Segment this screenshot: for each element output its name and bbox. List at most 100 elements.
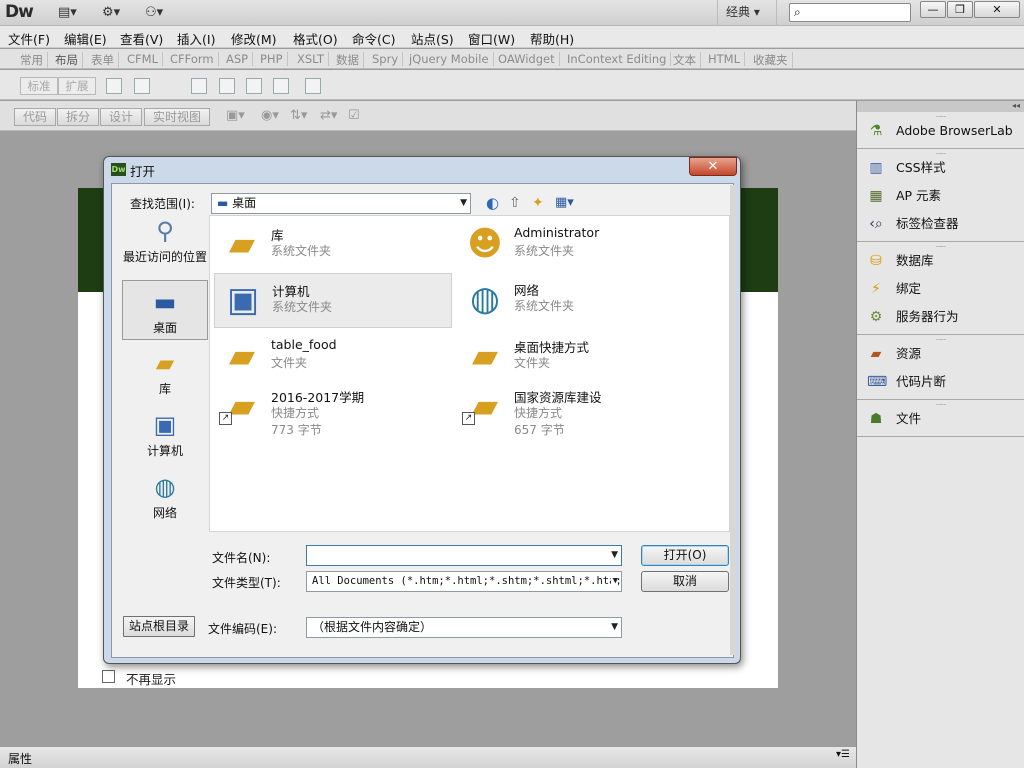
help-search-input[interactable]: ⌕ bbox=[789, 3, 911, 22]
insert-div-icon[interactable] bbox=[191, 78, 207, 94]
file-item[interactable]: ▰ ↗ 国家资源库建设 快捷方式 657 字节 bbox=[457, 380, 695, 444]
place-network[interactable]: ◍ 网络 bbox=[122, 472, 208, 524]
panel-item-tag-inspector[interactable]: ‹⌕ 标签检查器 bbox=[857, 213, 1024, 241]
group-grip[interactable]: ........ bbox=[857, 149, 1024, 157]
design-view-button[interactable]: 设计 bbox=[100, 108, 142, 126]
properties-panel-bar[interactable]: 属性 ▾☰ bbox=[0, 746, 856, 768]
menu-insert[interactable]: 插入(I) bbox=[177, 29, 215, 48]
restore-button[interactable]: ❐ bbox=[947, 1, 973, 18]
menu-site[interactable]: 站点(S) bbox=[411, 29, 454, 48]
panel-item-label: 绑定 bbox=[896, 281, 922, 296]
file-item[interactable]: ▰ 库 系统文件夹 bbox=[214, 218, 452, 273]
file-item[interactable]: ▣ 计算机 系统文件夹 bbox=[214, 273, 452, 328]
tab-jquery-mobile[interactable]: jQuery Mobile bbox=[409, 52, 494, 66]
checkbox-box[interactable] bbox=[102, 670, 115, 683]
globe-preview-icon[interactable]: ◉▾ bbox=[261, 107, 279, 125]
panel-item-bindings[interactable]: ⚡ 绑定 bbox=[857, 278, 1024, 306]
menu-view[interactable]: 查看(V) bbox=[120, 29, 163, 48]
file-item[interactable]: ▰ table_food 文件夹 bbox=[214, 330, 452, 385]
insert-table-icon[interactable] bbox=[305, 78, 321, 94]
group-grip[interactable]: ........ bbox=[857, 335, 1024, 343]
table-icon[interactable] bbox=[106, 78, 122, 94]
tab-layout[interactable]: 布局 bbox=[55, 52, 83, 68]
minimize-button[interactable]: — bbox=[920, 1, 946, 18]
tab-favorites[interactable]: 收藏夹 bbox=[753, 52, 793, 68]
site-menu-icon[interactable]: ⚇▾ bbox=[145, 4, 163, 22]
layout-menu-icon[interactable]: ▤▾ bbox=[58, 4, 77, 22]
place-desktop[interactable]: ▬ 桌面 bbox=[122, 280, 208, 340]
tab-asp[interactable]: ASP bbox=[226, 52, 254, 66]
split-view-button[interactable]: 拆分 bbox=[57, 108, 99, 126]
menu-commands[interactable]: 命令(C) bbox=[352, 29, 395, 48]
code-view-button[interactable]: 代码 bbox=[14, 108, 56, 126]
menu-window[interactable]: 窗口(W) bbox=[468, 29, 515, 48]
tab-oawidget[interactable]: OAWidget bbox=[498, 52, 560, 66]
view-menu-icon[interactable]: ▦▾ bbox=[555, 194, 574, 212]
tab-php[interactable]: PHP bbox=[260, 52, 288, 66]
frame-icon[interactable] bbox=[134, 78, 150, 94]
tab-xslt[interactable]: XSLT bbox=[297, 52, 330, 66]
tab-forms[interactable]: 表单 bbox=[91, 52, 119, 68]
place-recent[interactable]: ⚲ 最近访问的位置 bbox=[122, 216, 208, 268]
up-folder-icon[interactable]: ⇧ bbox=[509, 194, 521, 212]
tab-cfform[interactable]: CFForm bbox=[170, 52, 219, 66]
group-grip[interactable]: ........ bbox=[857, 112, 1024, 120]
standard-mode-button[interactable]: 标准 bbox=[20, 77, 58, 95]
panel-item-assets[interactable]: ▰ 资源 bbox=[857, 343, 1024, 371]
panel-item-css-styles[interactable]: ▥ CSS样式 bbox=[857, 157, 1024, 185]
extend-menu-icon[interactable]: ⚙▾ bbox=[102, 4, 120, 22]
fluid-grid-icon[interactable] bbox=[246, 78, 262, 94]
file-item[interactable]: ◍ 网络 系统文件夹 bbox=[457, 273, 695, 328]
cancel-button[interactable]: 取消 bbox=[641, 571, 729, 592]
open-file-dialog: Dw 打开 ✕ 查找范围(I): ▬ 桌面 ▼ ◐ ⇧ ✦ ▦▾ ⚲ 最近访问的… bbox=[103, 156, 741, 664]
back-icon[interactable]: ◐ bbox=[486, 194, 499, 212]
tab-cfml[interactable]: CFML bbox=[127, 52, 163, 66]
draw-ap-div-icon[interactable] bbox=[273, 78, 289, 94]
menu-modify[interactable]: 修改(M) bbox=[231, 29, 277, 48]
panel-item-databases[interactable]: ⛁ 数据库 bbox=[857, 250, 1024, 278]
place-libraries[interactable]: ▰ 库 bbox=[122, 348, 208, 400]
panel-options-icon[interactable]: ▾☰ bbox=[836, 749, 850, 760]
group-grip[interactable]: ........ bbox=[857, 242, 1024, 250]
file-item[interactable]: ☻ Administrator 系统文件夹 bbox=[457, 218, 695, 273]
place-computer[interactable]: ▣ 计算机 bbox=[122, 410, 208, 462]
panel-item-server-behaviors[interactable]: ⚙ 服务器行为 bbox=[857, 306, 1024, 334]
new-folder-icon[interactable]: ✦ bbox=[532, 194, 544, 212]
group-grip[interactable]: ........ bbox=[857, 400, 1024, 408]
dialog-scrollbar[interactable] bbox=[730, 185, 736, 655]
tab-data[interactable]: 数据 bbox=[336, 52, 364, 68]
tab-common[interactable]: 常用 bbox=[20, 52, 48, 68]
file-management-icon[interactable]: ⇅▾ bbox=[290, 107, 307, 125]
file-item[interactable]: ▰ ↗ 2016-2017学期 快捷方式 773 字节 bbox=[214, 380, 452, 444]
panel-item-browserlab[interactable]: ⚗ Adobe BrowserLab bbox=[857, 120, 1024, 148]
menu-file[interactable]: 文件(F) bbox=[8, 29, 50, 48]
tab-spry[interactable]: Spry bbox=[372, 52, 404, 66]
dialog-close-button[interactable]: ✕ bbox=[689, 157, 737, 176]
tab-text[interactable]: 文本 bbox=[673, 52, 701, 68]
app-titlebar: Dw ▤▾ ⚙▾ ⚇▾ 经典 ▾ ⌕ — ❐ ✕ bbox=[0, 0, 1024, 26]
menu-format[interactable]: 格式(O) bbox=[293, 29, 338, 48]
filename-input[interactable]: ▼ bbox=[306, 545, 622, 566]
tab-incontext-editing[interactable]: InContext Editing bbox=[567, 52, 672, 66]
panel-item-snippets[interactable]: ⌨ 代码片断 bbox=[857, 371, 1024, 399]
workspace-switcher[interactable]: 经典 ▾ bbox=[717, 0, 777, 26]
expanded-mode-button[interactable]: 扩展 bbox=[58, 77, 96, 95]
debug-icon[interactable]: ⇄▾ bbox=[320, 107, 337, 125]
filetype-dropdown[interactable]: All Documents (*.htm;*.html;*.shtm;*.sht… bbox=[306, 571, 622, 592]
ap-div-icon[interactable] bbox=[219, 78, 235, 94]
tab-html[interactable]: HTML bbox=[708, 52, 746, 66]
panel-item-ap-elements[interactable]: ▦ AP 元素 bbox=[857, 185, 1024, 213]
look-in-dropdown[interactable]: ▬ 桌面 ▼ bbox=[211, 193, 471, 214]
encoding-dropdown[interactable]: （根据文件内容确定） ▼ bbox=[306, 617, 622, 638]
file-item[interactable]: ▰ 桌面快捷方式 文件夹 bbox=[457, 330, 695, 385]
multiscreen-icon[interactable]: ▣▾ bbox=[226, 107, 245, 125]
open-button[interactable]: 打开(O) bbox=[641, 545, 729, 566]
panel-item-files[interactable]: ☗ 文件 bbox=[857, 408, 1024, 436]
menu-edit[interactable]: 编辑(E) bbox=[64, 29, 107, 48]
site-root-button[interactable]: 站点根目录 bbox=[123, 616, 195, 637]
visual-aids-icon[interactable]: ☑ bbox=[348, 107, 360, 125]
live-view-button[interactable]: 实时视图 bbox=[144, 108, 210, 126]
insert-panel-tabs: 常用 布局 表单 CFML CFForm ASP PHP XSLT 数据 Spr… bbox=[0, 49, 1024, 69]
close-button[interactable]: ✕ bbox=[974, 1, 1020, 18]
menu-help[interactable]: 帮助(H) bbox=[530, 29, 574, 48]
